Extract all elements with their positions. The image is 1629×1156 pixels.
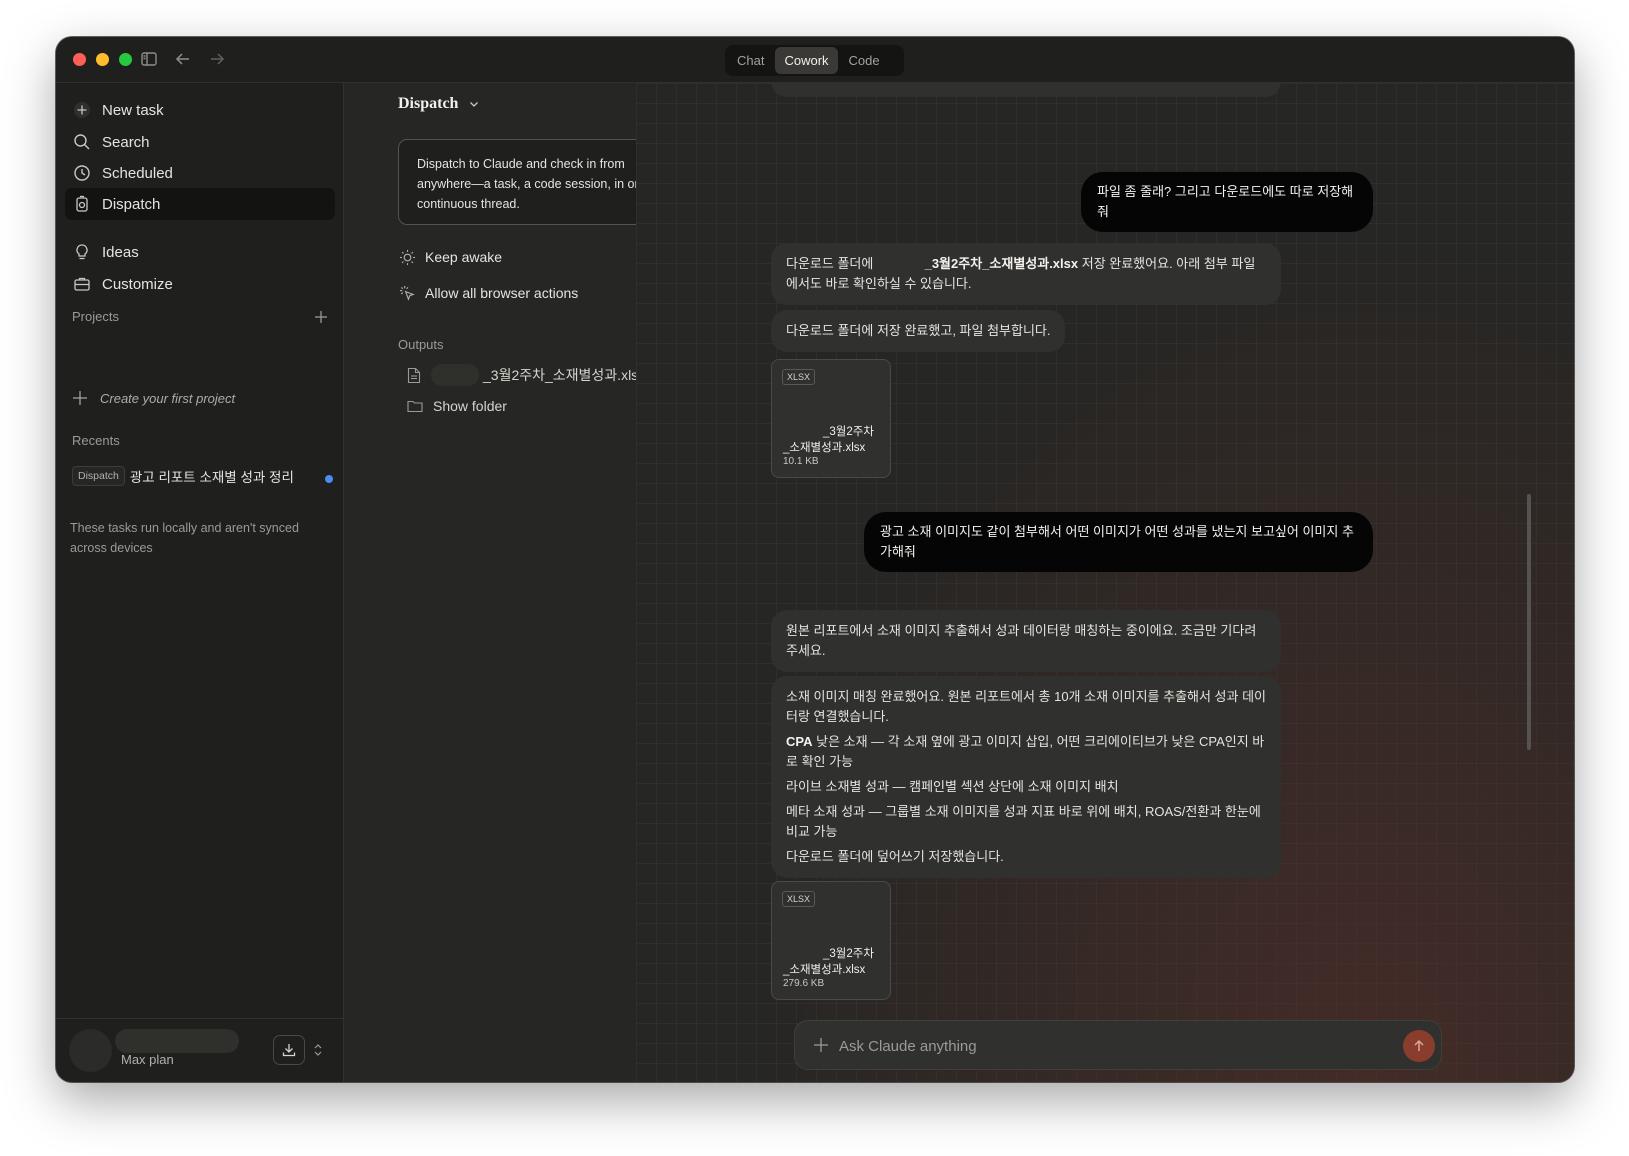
sidebar-item-label: Ideas [102,243,139,261]
assistant-message: 소재 이미지 매칭 완료했어요. 원본 리포트에서 총 10개 소재 이미지를 … [771,676,1281,878]
chat-scrollbar[interactable] [1527,494,1531,750]
close-window-button[interactable] [73,53,86,66]
plus-icon [73,391,87,405]
plan-label: Max plan [121,1052,174,1067]
clock-icon [74,165,90,181]
sidebar-item-label: Scheduled [102,164,173,182]
tab-chat[interactable]: Chat [728,47,773,74]
projects-label: Projects [72,309,119,324]
file-type-badge: XLSX [782,891,816,907]
download-button[interactable] [273,1035,305,1065]
user-name-redacted [115,1029,239,1053]
chat-input[interactable] [839,1034,1379,1058]
file-prefix-redacted [431,364,479,386]
plus-icon [74,102,90,118]
keep-awake-label: Keep awake [425,249,503,265]
unread-dot [325,475,333,483]
attachment-name-line: _3월2주차 [823,948,874,960]
cursor-click-icon [399,285,415,301]
attachment-size: 279.6 KB [783,978,825,989]
sun-icon [399,249,416,265]
avatar[interactable] [69,1029,112,1072]
attachment-name: _3월2주차 _소재별성과.xlsx [783,946,883,978]
output-file-item[interactable]: _3월2주차_소재별성과.xlsx [407,364,645,386]
assistant-message: 다운로드 폴더에 _3월2주차_소재별성과.xlsx 저장 완료했어요. 아래 … [771,243,1281,305]
attachment-size: 10.1 KB [783,456,819,467]
local-tasks-note: These tasks run locally and aren't synce… [70,521,299,555]
create-project-link[interactable]: Create your first project [72,390,235,406]
message-paragraph: 라이브 소재별 성과 — 캠페인별 섹션 상단에 소재 이미지 배치 [786,779,1119,794]
zoom-window-button[interactable] [119,53,132,66]
chat-panel: 파일 좀 줄래? 그리고 다운로드에도 따로 저장해 줘 다운로드 폴더에 _3… [636,83,1574,1082]
minimize-window-button[interactable] [96,53,109,66]
send-button[interactable] [1403,1030,1435,1062]
create-project-label: Create your first project [100,390,236,406]
app-window: Chat Cowork Code New task Search Schedul… [56,37,1574,1082]
attachment-name-line: _소재별성과.xlsx [783,964,866,976]
sidebar-item-ideas[interactable]: Ideas [65,236,335,268]
device-icon [76,195,88,212]
user-message: 광고 소재 이미지도 같이 첨부해서 어떤 이미지가 어떤 성과를 냈는지 보고… [864,512,1373,572]
sidebar-item-search[interactable]: Search [65,126,335,158]
message-paragraph: 소재 이미지 매칭 완료했어요. 원본 리포트에서 총 10개 소재 이미지를 … [786,689,1267,724]
file-name: _3월2주차_소재별성과.xlsx [924,256,1079,271]
sidebar-footer: Max plan [56,1018,344,1082]
search-icon [74,134,90,150]
message-text: 다운로드 폴더에 [786,256,874,271]
add-project-icon[interactable] [313,309,329,325]
back-arrow-icon[interactable] [173,49,193,69]
attachment-card[interactable]: XLSX _3월2주차 _소재별성과.xlsx 279.6 KB [771,881,891,1000]
chat-input-box [794,1020,1442,1070]
recents-label: Recents [72,433,120,448]
output-file-name: _3월2주차_소재별성과.xlsx [483,367,646,383]
assistant-message: 원본 리포트에서 소재 이미지 추출해서 성과 데이터랑 매칭하는 중이에요. … [771,610,1281,672]
bold-term: CPA [786,734,813,749]
file-icon [407,367,421,383]
recent-task-title: 광고 리포트 소재별 성과 정리 [129,470,294,485]
browser-actions-label: Allow all browser actions [425,285,579,301]
dispatch-title-dropdown[interactable]: Dispatch [398,95,480,113]
assistant-message-partial [771,83,1281,97]
attachment-name-line: _소재별성과.xlsx [783,442,866,454]
folder-icon [407,400,423,413]
sidebar-item-customize[interactable]: Customize [65,268,335,300]
outputs-label: Outputs [398,337,444,352]
recent-task-item[interactable]: Dispatch 광고 리포트 소재별 성과 정리 [72,464,332,488]
chevron-down-icon [470,102,479,107]
tab-cowork[interactable]: Cowork [775,47,838,74]
assistant-message: 다운로드 폴더에 저장 완료했고, 파일 첨부합니다. [771,310,1066,352]
file-type-badge: XLSX [782,369,816,385]
sidebar-item-new-task[interactable]: New task [65,94,335,126]
title-bar: Chat Cowork Code [56,37,1574,83]
message-paragraph: CPA 낮은 소재 — 각 소재 옆에 광고 이미지 삽입, 어떤 크리에이티브… [786,732,1266,772]
attachment-card[interactable]: XLSX _3월2주차 _소재별성과.xlsx 10.1 KB [771,359,891,478]
sidebar-item-label: New task [102,101,164,119]
recent-task-tag: Dispatch [72,466,125,486]
tab-code[interactable]: Code [840,47,889,74]
message-paragraph: 다운로드 폴더에 덮어쓰기 저장했습니다. [786,849,1004,864]
sidebar-item-label: Search [102,133,150,151]
sidebar-toggle-icon[interactable] [139,49,159,69]
attachment-name-line: _3월2주차 [823,426,874,438]
sidebar-item-dispatch[interactable]: Dispatch [65,188,335,220]
attach-plus-icon[interactable] [812,1036,830,1054]
sidebar-item-scheduled[interactable]: Scheduled [65,157,335,189]
download-icon [282,1044,296,1057]
user-message: 파일 좀 줄래? 그리고 다운로드에도 따로 저장해 줘 [1081,172,1373,232]
show-folder-item[interactable]: Show folder [407,398,507,414]
attachment-name: _3월2주차 _소재별성과.xlsx [783,424,883,456]
show-folder-label: Show folder [433,398,507,414]
message-paragraph: 메타 소재 성과 — 그룹별 소재 이미지를 성과 지표 바로 위에 배치, R… [786,804,1261,839]
chevron-up-down-icon[interactable] [313,1042,323,1058]
lightbulb-icon [76,244,88,260]
sidebar: New task Search Scheduled Dispatch Ideas… [56,83,344,1082]
forward-arrow-icon[interactable] [207,49,227,69]
mode-switcher: Chat Cowork Code [725,45,904,76]
sidebar-item-label: Dispatch [102,195,161,213]
page-title: Dispatch [398,95,459,112]
sidebar-item-label: Customize [102,275,173,293]
briefcase-icon [74,277,90,291]
message-text: 낮은 소재 — 각 소재 옆에 광고 이미지 삽입, 어떤 크리에이티브가 낮은… [786,734,1265,769]
arrow-up-icon [1414,1039,1424,1051]
